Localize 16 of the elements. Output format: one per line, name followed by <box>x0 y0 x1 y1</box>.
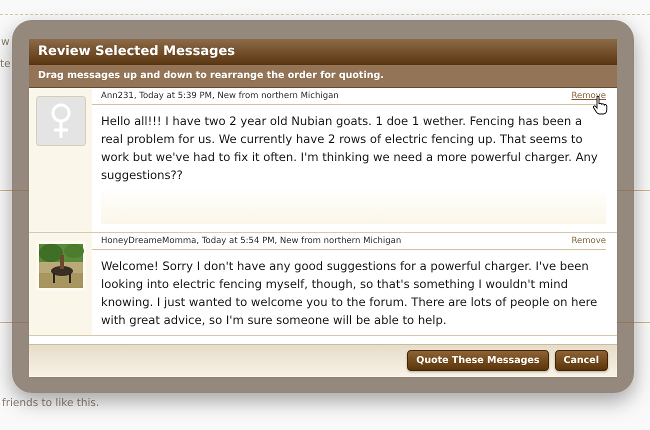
message-card[interactable] <box>29 88 617 233</box>
background-text: te <box>0 58 11 70</box>
message-text: Hello all!!! I have two 2 year old Nubian goats. 1 doe 1 wether. Fencing has been a real problem for us. We currently have 2 rows of electric fencing up. That seems to work but we've had to fix it often. I'm thinking we need a more powerful charger. Any suggestions?? <box>101 113 599 184</box>
dialog-title: Review Selected Messages <box>29 39 617 65</box>
avatar-female-icon <box>36 96 86 146</box>
remove-link[interactable]: Remove <box>572 91 606 101</box>
dialog-subtitle: Drag messages up and down to rearrange the order for quoting. <box>29 65 617 88</box>
quote-messages-button[interactable]: Quote These Messages <box>407 350 549 371</box>
remove-link[interactable]: Remove <box>572 236 606 246</box>
background-text: w <box>1 36 10 48</box>
message-text: Welcome! Sorry I don't have any good suggestions for a powerful charger. I've been looking into electric fencing myself, though, so that's something I wouldn't mind knowing. I just wanted to welcome you to the forum. There are lots of people on here with great advice, so I'm sure someone will be able to help. <box>101 258 598 329</box>
background-text: friends to like this. <box>2 397 100 409</box>
message-header: Ann231, Today at 5:39 PM, New from northern Michigan <box>101 91 339 101</box>
message-card[interactable] <box>29 233 617 336</box>
cancel-button[interactable]: Cancel <box>554 350 608 371</box>
message-header: HoneyDreameMomma, Today at 5:54 PM, New from northern Michigan <box>101 236 402 246</box>
